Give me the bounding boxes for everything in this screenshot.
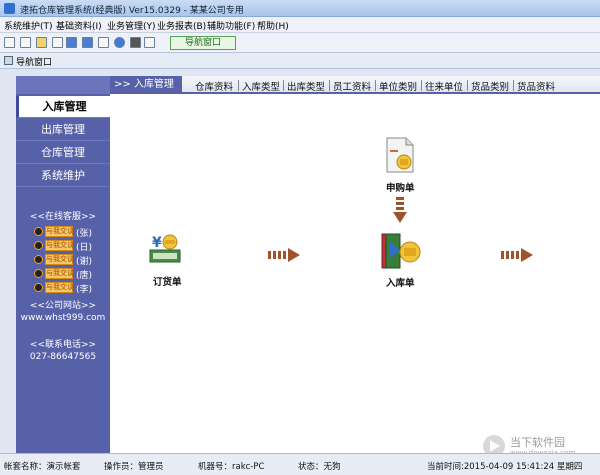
link-separator [375,80,376,91]
qq-chat-button[interactable]: 与我交谈 [45,282,74,293]
link-outbound-type[interactable]: 出库类型 [287,79,325,93]
link-separator [238,80,239,91]
help-icon[interactable] [114,37,125,48]
arrow-down-icon [393,197,407,223]
link-partners[interactable]: 往来单位 [425,79,463,93]
qq-contact[interactable]: 与我交谈 (唐) [34,268,98,281]
link-goods-data[interactable]: 货品资料 [517,79,555,93]
nav-window-label: 导航窗口 [16,58,53,68]
arrow-right-icon [501,248,533,262]
qq-name: (唐) [76,271,93,281]
menu-assist[interactable]: 辅助功能(F) [207,19,255,32]
qq-chat-button[interactable]: 与我交谈 [45,268,74,279]
phone-number: 027-86647565 [29,352,97,362]
qq-penguin-icon [34,227,43,236]
qq-penguin-icon [34,269,43,278]
menu-reports[interactable]: 业务报表(B) [157,19,206,32]
phone-header: <<联系电话>> [29,340,97,350]
menu-help[interactable]: 帮助(H) [257,19,289,32]
sidebar-item-system[interactable]: 系统维护 [16,165,110,187]
qq-penguin-icon [34,255,43,264]
qq-chat-button[interactable]: 与我交谈 [45,226,74,237]
qq-name: (日) [76,243,93,253]
qq-name: (张) [76,229,93,239]
purchase-label: 申购单 [386,183,415,194]
link-goods-category[interactable]: 货品类别 [471,79,509,93]
main-panel [110,76,600,453]
link-separator [283,80,284,91]
order-label: 订货单 [153,277,182,288]
inbound-node[interactable] [380,230,422,270]
app-icon [4,3,15,14]
menu-basic-data[interactable]: 基础资料(I) [56,19,102,32]
new-icon[interactable] [4,37,15,48]
section-title: >> 入库管理 [110,76,182,94]
inbound-label: 入库单 [386,278,415,289]
qq-contact[interactable]: 与我交谈 (谢) [34,254,98,267]
link-separator [329,80,330,91]
link-inbound-type[interactable]: 入库类型 [242,79,280,93]
purchase-doc-icon [386,137,414,173]
nav-window-icon [4,56,13,65]
qq-penguin-icon [34,241,43,250]
link-separator [421,80,422,91]
save-icon[interactable] [82,37,93,48]
link-unit-category[interactable]: 单位类别 [379,79,417,93]
status-time: 当前时间:2015-04-09 15:41:24 星期四 [427,462,583,472]
link-employee-data[interactable]: 员工资料 [333,79,371,93]
window-title: 速拓仓库管理系统(经典版) Ver15.0329 - 某某公司专用 [20,6,244,16]
website-header: <<公司网站>> [29,301,97,311]
purchase-node[interactable] [384,136,416,174]
status-account: 帐套名称：演示帐套 [4,462,81,472]
qq-contact[interactable]: 与我交谈 (张) [34,226,98,239]
list-icon[interactable] [20,37,31,48]
link-separator [467,80,468,91]
menu-system[interactable]: 系统维护(T) [4,19,53,32]
qq-chat-button[interactable]: 与我交谈 [45,240,74,251]
menu-bar: 系统维护(T) 基础资料(I) 业务管理(Y) 业务报表(B) 辅助功能(F) … [0,17,600,33]
service-header: <<在线客服>> [29,212,97,222]
status-bar: 帐套名称：演示帐套 操作员：管理员 机器号：rakc-PC 状态：无狗 当前时间… [0,453,600,475]
qq-name: (李) [76,285,93,295]
exit-icon[interactable] [144,37,155,48]
menu-business[interactable]: 业务管理(Y) [107,19,156,32]
status-operator: 操作员：管理员 [104,462,164,472]
title-bar: 速拓仓库管理系统(经典版) Ver15.0329 - 某某公司专用 [0,0,600,17]
sidebar-header [16,76,110,94]
calculator-icon[interactable] [130,37,141,48]
nav-window-button[interactable]: 导航窗口 [170,36,236,50]
qq-contact[interactable]: 与我交谈 (李) [34,282,98,295]
qq-name: (谢) [76,257,93,267]
qq-penguin-icon [34,283,43,292]
qq-contact[interactable]: 与我交谈 (日) [34,240,98,253]
window-icon[interactable] [66,37,77,48]
status-machine: 机器号：rakc-PC [198,462,265,472]
link-warehouse-data[interactable]: 仓库资料 [195,79,233,93]
link-separator [513,80,514,91]
order-node[interactable]: ¥ [148,232,182,266]
folder-icon[interactable] [36,37,47,48]
sidebar-item-inbound[interactable]: 入库管理 [16,96,110,118]
document-icon[interactable] [52,37,63,48]
sidebar-item-warehouse[interactable]: 仓库管理 [16,142,110,164]
order-icon: ¥ [149,234,181,263]
toolbar: 导航窗口 [0,33,600,53]
status-state: 状态：无狗 [298,462,341,472]
nav-window-bar: 导航窗口 [0,53,600,69]
sidebar-item-outbound[interactable]: 出库管理 [16,119,110,141]
print-icon[interactable] [98,37,109,48]
watermark-text: 当下软件园 [510,436,565,449]
qq-chat-button[interactable]: 与我交谈 [45,254,74,265]
arrow-right-icon [268,248,300,262]
inbound-icon [381,233,421,269]
svg-text:¥: ¥ [152,235,162,251]
website-link[interactable]: www.whst999.com [16,313,110,323]
